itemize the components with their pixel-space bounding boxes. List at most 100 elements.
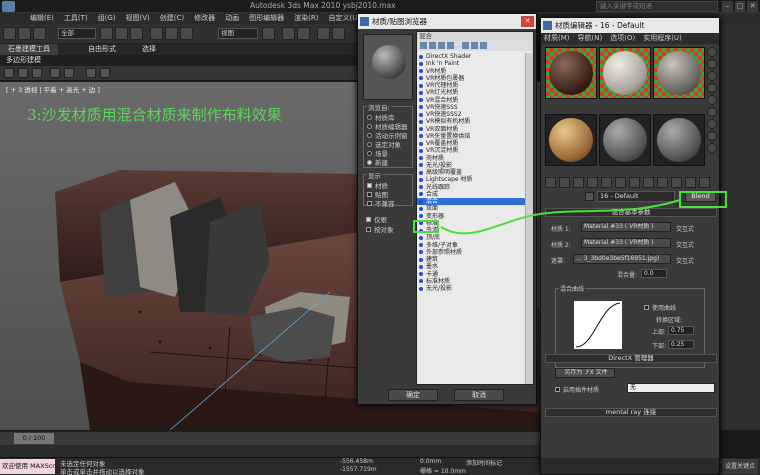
directx-rollout[interactable]: DirectX 管理器 bbox=[545, 354, 717, 363]
tab-graphite-modeling[interactable]: 石墨建模工具 bbox=[0, 44, 58, 55]
editor-titlebar[interactable]: 材质编辑器 - 16 - Default bbox=[541, 18, 719, 33]
mirror-icon[interactable] bbox=[317, 27, 330, 40]
backlight-icon[interactable] bbox=[707, 59, 717, 69]
angle-snap-icon[interactable] bbox=[297, 27, 310, 40]
material-type-item[interactable]: VR矢量置换烘焙 bbox=[417, 133, 525, 140]
material-type-item[interactable]: VR混合材质 bbox=[417, 97, 525, 104]
view-list-icons-icon[interactable] bbox=[429, 42, 436, 49]
sample-slot[interactable] bbox=[545, 47, 597, 99]
material-type-item[interactable]: VR沉淀材质 bbox=[417, 147, 525, 154]
material-type-item[interactable]: 光线跟踪 bbox=[417, 184, 525, 191]
app-logo-icon[interactable] bbox=[2, 1, 15, 12]
menu-navigation[interactable]: 导航(N) bbox=[578, 33, 603, 44]
select-by-material-icon[interactable] bbox=[707, 131, 717, 141]
list-search-field[interactable]: 混合 bbox=[417, 32, 533, 41]
menu-customize[interactable]: 自定义(U) bbox=[328, 13, 360, 24]
menu-utilities[interactable]: 实用程序(U) bbox=[643, 33, 682, 44]
track-bar[interactable] bbox=[0, 445, 540, 457]
radio-new[interactable]: 新建 bbox=[367, 157, 388, 167]
material-type-item[interactable]: 卡通 bbox=[417, 271, 525, 278]
menu-modifiers[interactable]: 修改器 bbox=[194, 13, 215, 24]
material-type-item[interactable]: VR材质包裹器 bbox=[417, 75, 525, 82]
show-map-icon[interactable] bbox=[657, 177, 668, 188]
checkbox-incompatible[interactable]: 不兼容 bbox=[367, 198, 395, 208]
select-by-name-icon[interactable] bbox=[115, 27, 128, 40]
menu-create[interactable]: 创建(C) bbox=[160, 13, 184, 24]
sample-slot[interactable] bbox=[545, 114, 597, 166]
update-scene-icon[interactable] bbox=[462, 42, 469, 49]
material1-interactive-label[interactable]: 交互式 bbox=[676, 224, 694, 233]
material-type-item[interactable]: 合成 bbox=[417, 191, 525, 198]
close-icon[interactable]: ✕ bbox=[747, 1, 759, 12]
time-slider[interactable]: 0 / 100 bbox=[0, 431, 540, 445]
frame-counter[interactable]: 0 / 100 bbox=[14, 433, 54, 444]
menu-animation[interactable]: 动画 bbox=[225, 13, 239, 24]
put-to-scene-icon[interactable] bbox=[559, 177, 570, 188]
menu-tools[interactable]: 工具(T) bbox=[64, 13, 88, 24]
menu-edit[interactable]: 编辑(E) bbox=[30, 13, 54, 24]
material-type-item[interactable]: 双面 bbox=[417, 205, 525, 212]
menu-group[interactable]: 组(G) bbox=[98, 13, 116, 24]
material-type-item[interactable]: 标准材质 bbox=[417, 278, 525, 285]
selection-filter-dropdown[interactable]: 全部 bbox=[58, 28, 96, 39]
save-fx-button[interactable]: 另存为 .FX 文件 bbox=[555, 368, 615, 378]
ribbon-tool-icon[interactable] bbox=[86, 68, 96, 78]
align-icon[interactable] bbox=[332, 27, 345, 40]
material-id-icon[interactable] bbox=[643, 177, 654, 188]
subtab-polygon-modeling[interactable]: 多边形建模 bbox=[6, 55, 41, 66]
copy-material-icon[interactable] bbox=[601, 177, 612, 188]
menu-rendering[interactable]: 渲染(R) bbox=[294, 13, 318, 24]
ribbon-tool-icon[interactable] bbox=[64, 68, 74, 78]
material-type-item[interactable]: Lightscape 材质 bbox=[417, 176, 525, 183]
view-small-icons-icon[interactable] bbox=[438, 42, 445, 49]
select-object-icon[interactable] bbox=[100, 27, 113, 40]
undo-icon[interactable] bbox=[3, 27, 16, 40]
checkbox-by-object[interactable]: 按对象 bbox=[366, 224, 394, 234]
material-navigator-icon[interactable] bbox=[707, 143, 717, 153]
x-coordinate[interactable]: -556.458m bbox=[340, 458, 373, 465]
sample-slot[interactable] bbox=[599, 47, 651, 99]
sample-uv-tiling-icon[interactable] bbox=[707, 83, 717, 93]
material-type-item[interactable]: VR材质 bbox=[417, 68, 525, 75]
show-end-result-icon[interactable] bbox=[671, 177, 682, 188]
lower-spinner[interactable]: 0.25 bbox=[668, 340, 694, 349]
material-type-item[interactable]: 顶/底 bbox=[417, 234, 525, 241]
sample-slot[interactable] bbox=[599, 114, 651, 166]
material-type-item[interactable]: 壳材质 bbox=[417, 155, 525, 162]
make-unique-icon[interactable] bbox=[615, 177, 626, 188]
y-coordinate[interactable]: -1557.719m bbox=[340, 466, 377, 473]
set-key-button[interactable]: 设置关键点 bbox=[722, 459, 758, 474]
reference-coordinate-dropdown[interactable]: 视图 bbox=[218, 28, 258, 39]
menu-options[interactable]: 选项(O) bbox=[610, 33, 635, 44]
ribbon-tool-icon[interactable] bbox=[18, 68, 28, 78]
link-icon[interactable] bbox=[33, 27, 46, 40]
get-material-icon[interactable] bbox=[545, 177, 556, 188]
delete-icon[interactable] bbox=[471, 42, 478, 49]
tab-freeform[interactable]: 自由形式 bbox=[88, 44, 116, 55]
make-preview-icon[interactable] bbox=[707, 107, 717, 117]
browser-titlebar[interactable]: 材质/贴图浏览器 ✕ bbox=[358, 14, 536, 29]
material2-button[interactable]: Material #33 ( VR材质 ) bbox=[581, 238, 671, 248]
material-type-item[interactable]: VR双面材质 bbox=[417, 126, 525, 133]
material-type-item[interactable]: 多维/子对象 bbox=[417, 242, 525, 249]
move-icon[interactable] bbox=[150, 27, 163, 40]
mix-amount-spinner[interactable]: 0.0 bbox=[641, 269, 667, 278]
pivot-icon[interactable] bbox=[262, 27, 275, 40]
material1-button[interactable]: Material #33 ( VR材质 ) bbox=[581, 222, 671, 232]
ribbon-tool-icon[interactable] bbox=[50, 68, 60, 78]
list-scrollbar[interactable] bbox=[525, 53, 533, 384]
enable-plugin-checkbox[interactable]: 启用插件材质 bbox=[555, 385, 599, 394]
mental-ray-rollout[interactable]: mental ray 连接 bbox=[545, 408, 717, 417]
add-time-tag[interactable]: 添加时间标记 bbox=[466, 458, 502, 467]
ribbon-tool-icon[interactable] bbox=[4, 68, 14, 78]
background-icon[interactable] bbox=[707, 71, 717, 81]
material2-interactive-label[interactable]: 交互式 bbox=[676, 240, 694, 249]
rect-selection-icon[interactable] bbox=[130, 27, 143, 40]
video-color-check-icon[interactable] bbox=[707, 95, 717, 105]
snap-icon[interactable] bbox=[282, 27, 295, 40]
material-type-item[interactable]: 无光/投影 bbox=[417, 162, 525, 169]
sample-slot[interactable] bbox=[653, 114, 705, 166]
put-to-library-icon[interactable] bbox=[629, 177, 640, 188]
minimize-icon[interactable]: – bbox=[722, 1, 733, 12]
go-forward-sibling-icon[interactable] bbox=[699, 177, 710, 188]
